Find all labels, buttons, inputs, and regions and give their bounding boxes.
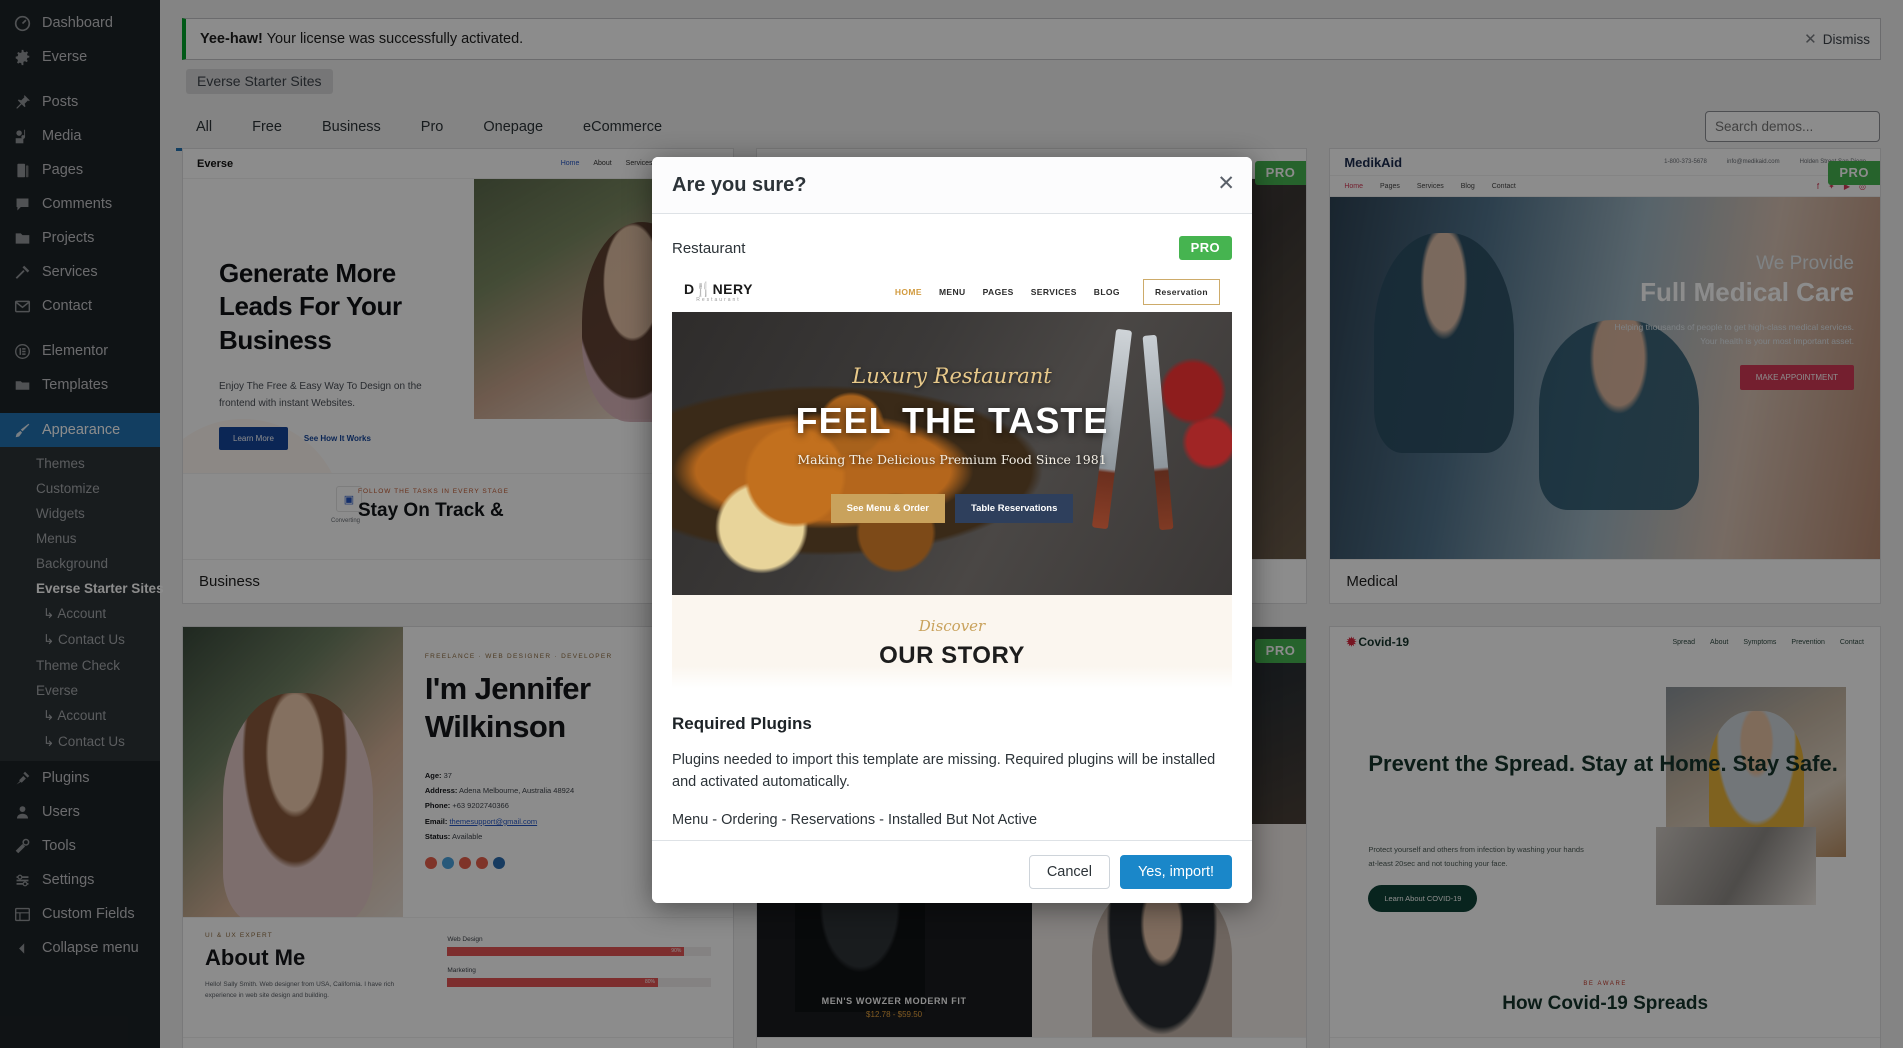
preview-below-script: Discover (918, 617, 986, 635)
pro-badge: PRO (1178, 236, 1232, 260)
logo-subtitle: Restaurant (696, 296, 741, 303)
preview-nav: D🍴NERY Restaurant HOME MENU PAGES SERVIC… (672, 272, 1232, 312)
preview-script-title: Luxury Restaurant (852, 364, 1052, 388)
close-icon[interactable]: ✕ (1217, 173, 1235, 194)
fork-icon: 🍴 (694, 280, 713, 297)
preview-nav-pages: PAGES (982, 287, 1014, 297)
preview-nav-home: HOME (894, 287, 922, 297)
required-plugins-heading: Required Plugins (672, 714, 812, 733)
template-row: Restaurant PRO (652, 214, 1252, 272)
cancel-button[interactable]: Cancel (1028, 855, 1110, 889)
modal-header: Are you sure? ✕ (652, 157, 1252, 214)
plugins-status-text: Menu - Ordering - Reservations - Install… (672, 811, 1038, 828)
preview-hero: Luxury Restaurant FEEL THE TASTE Making … (672, 312, 1232, 595)
preview-fade (672, 666, 1232, 692)
import-confirmation-modal: Are you sure? ✕ Restaurant PRO D🍴NERY Re… (652, 157, 1252, 903)
preview-cta-secondary: Table Reservations (954, 494, 1074, 523)
template-preview: D🍴NERY Restaurant HOME MENU PAGES SERVIC… (672, 272, 1232, 692)
modal-body: Restaurant PRO D🍴NERY Restaurant HOME ME… (652, 214, 1252, 840)
preview-main-title: FEEL THE TASTE (795, 400, 1109, 441)
preview-nav-blog: BLOG (1093, 287, 1120, 297)
yes-import-button[interactable]: Yes, import! (1119, 855, 1232, 889)
preview-logo: D🍴NERY Restaurant (684, 282, 753, 303)
preview-reservation-button: Reservation (1142, 279, 1220, 305)
required-plugins-text: Plugins needed to import this template a… (672, 752, 1216, 791)
template-name: Restaurant (672, 239, 746, 257)
preview-nav-links: HOME MENU PAGES SERVICES BLOG Reservatio… (895, 279, 1220, 305)
preview-nav-services: SERVICES (1030, 287, 1077, 297)
preview-cta-group: See Menu & Order Table Reservations (672, 494, 1232, 523)
wordpress-admin-screen: Dashboard Everse Posts Media Pages Comme… (0, 0, 1903, 1048)
preview-cta-primary: See Menu & Order (830, 494, 945, 523)
required-plugins-section: Required Plugins Plugins needed to impor… (652, 692, 1252, 832)
preview-nav-menu: MENU (938, 287, 966, 297)
logo-text: D🍴NERY (684, 280, 753, 297)
preview-subtitle: Making The Delicious Premium Food Since … (797, 452, 1107, 467)
modal-footer: Cancel Yes, import! (652, 840, 1252, 903)
modal-title: Are you sure? (672, 174, 807, 196)
